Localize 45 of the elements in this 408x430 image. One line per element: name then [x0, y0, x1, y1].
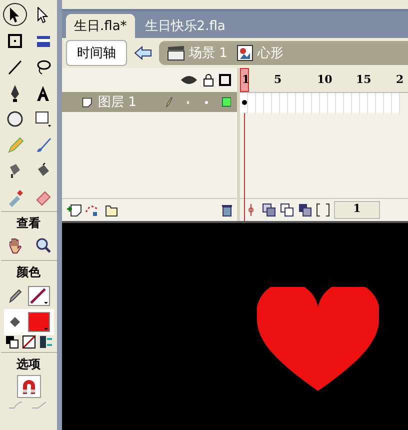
onion-skin-icon[interactable]	[262, 203, 276, 217]
default-colors-icon[interactable]	[4, 335, 18, 349]
frame-number: 10	[317, 73, 332, 86]
arrow-tool[interactable]	[2, 3, 26, 26]
stroke-color-swatch[interactable]	[28, 286, 50, 306]
insert-layer-icon[interactable]	[66, 203, 82, 217]
subselect-icon	[37, 6, 48, 22]
layer-row[interactable]: 图层 1	[62, 92, 237, 112]
add-guide-icon[interactable]	[84, 203, 100, 217]
frame-number: 15	[356, 73, 372, 86]
pencil-icon	[8, 288, 22, 304]
fill-color-swatch[interactable]	[28, 312, 50, 332]
playhead[interactable]	[240, 68, 249, 92]
section-label: 颜色	[0, 260, 56, 281]
symbol-crumb[interactable]: 心形	[237, 44, 284, 62]
current-frame-field[interactable]: 1	[334, 201, 380, 219]
document-tab[interactable]: 生日快乐2.fla	[136, 14, 234, 38]
outline-icon[interactable]	[219, 74, 231, 86]
section-label: 查看	[0, 211, 56, 232]
layer-icon	[82, 96, 92, 108]
magnet-icon	[20, 378, 36, 396]
back-arrow-icon[interactable]	[133, 45, 153, 61]
graphic-symbol-icon	[237, 45, 254, 61]
rect-icon	[32, 108, 52, 128]
lock-icon[interactable]	[203, 74, 214, 86]
pencil-icon	[165, 95, 173, 109]
edit-multiple-icon[interactable]	[298, 203, 312, 217]
clapper-icon	[167, 45, 185, 61]
onion-outline-icon[interactable]	[280, 203, 294, 217]
frame-number: 1	[242, 73, 250, 86]
arrow-icon	[9, 6, 20, 22]
document-tab[interactable]: 生日.fla*	[66, 14, 135, 38]
onion-markers-icon[interactable]	[316, 203, 330, 217]
eye-icon[interactable]	[180, 75, 198, 85]
frame-number: 5	[274, 73, 282, 86]
magnet-tool[interactable]	[16, 375, 40, 398]
scene-crumb[interactable]: 场景 1	[167, 44, 228, 62]
swap-colors-icon[interactable]	[38, 335, 52, 349]
oval-icon	[4, 108, 24, 128]
frame-number: 2	[396, 73, 404, 86]
delete-icon[interactable]	[221, 203, 233, 217]
section-label: 选项	[0, 352, 56, 373]
no-color-icon[interactable]	[22, 335, 36, 349]
timeline-button[interactable]: 时间轴	[66, 40, 127, 66]
outline-color-icon	[222, 96, 231, 108]
